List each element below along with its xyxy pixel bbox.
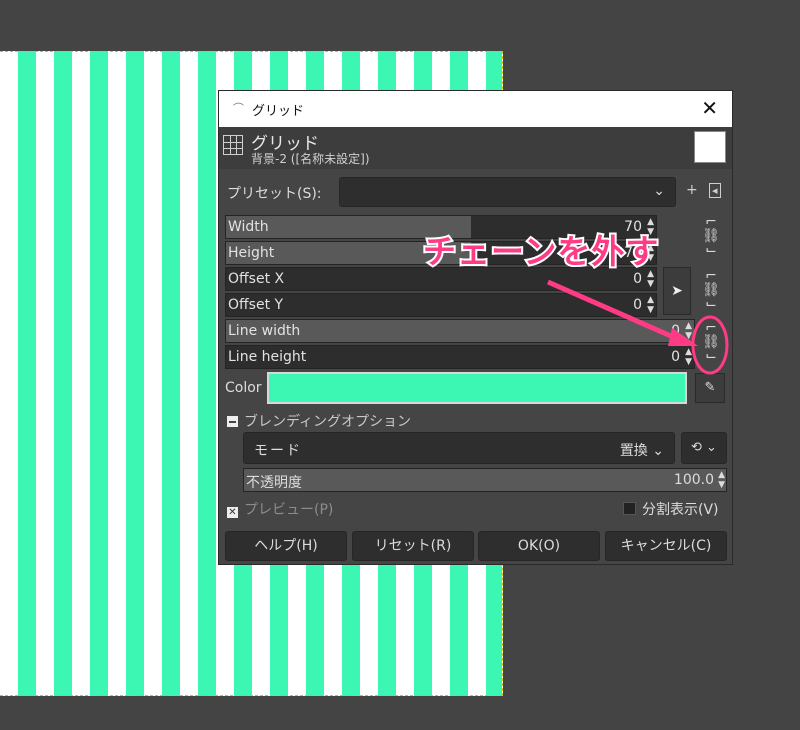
annotation-arrow-line: [546, 279, 682, 343]
annotation-circle: [691, 315, 729, 375]
annotation-overlay: [546, 279, 729, 375]
annotation-text: チェーンを外す: [421, 230, 660, 273]
